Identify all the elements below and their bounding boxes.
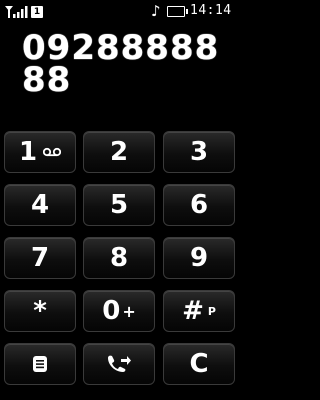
key-hash-sublabel: P — [207, 304, 216, 318]
key-3[interactable]: 3 — [163, 131, 235, 173]
key-3-label: 3 — [189, 137, 209, 167]
key-9[interactable]: 9 — [163, 237, 235, 279]
signal-strength-icon — [5, 6, 28, 18]
key-star-label: * — [33, 296, 47, 326]
message-button[interactable] — [4, 343, 76, 385]
key-2-label: 2 — [109, 137, 129, 167]
clear-button-label: C — [189, 349, 209, 379]
sim-indicator: 1 — [31, 6, 43, 18]
battery-icon — [167, 6, 188, 17]
key-5[interactable]: 5 — [83, 184, 155, 226]
key-0[interactable]: 0 + — [83, 290, 155, 332]
key-5-label: 5 — [109, 190, 129, 220]
key-2[interactable]: 2 — [83, 131, 155, 173]
status-bar: 1 ♪ 14:14 — [0, 0, 240, 24]
key-1-label: 1 — [18, 137, 38, 167]
message-icon — [33, 356, 47, 372]
key-9-label: 9 — [189, 243, 209, 273]
key-7-label: 7 — [30, 243, 50, 273]
key-4-label: 4 — [30, 190, 50, 220]
clear-button[interactable]: C — [163, 343, 235, 385]
key-hash-label: # — [182, 296, 204, 326]
key-hash[interactable]: # P — [163, 290, 235, 332]
key-7[interactable]: 7 — [4, 237, 76, 279]
call-icon — [108, 355, 131, 372]
key-star[interactable]: * — [4, 290, 76, 332]
clock: 14:14 — [190, 3, 232, 18]
key-8-label: 8 — [109, 243, 129, 273]
key-8[interactable]: 8 — [83, 237, 155, 279]
voicemail-icon — [43, 147, 62, 157]
key-0-label: 0 — [102, 296, 121, 326]
key-6-label: 6 — [189, 190, 209, 220]
dialed-number: 0928888888 — [22, 28, 220, 100]
key-1[interactable]: 1 — [4, 131, 76, 173]
key-4[interactable]: 4 — [4, 184, 76, 226]
music-note-icon: ♪ — [151, 2, 161, 20]
key-6[interactable]: 6 — [163, 184, 235, 226]
key-0-sublabel: + — [122, 301, 136, 321]
call-button[interactable] — [83, 343, 155, 385]
